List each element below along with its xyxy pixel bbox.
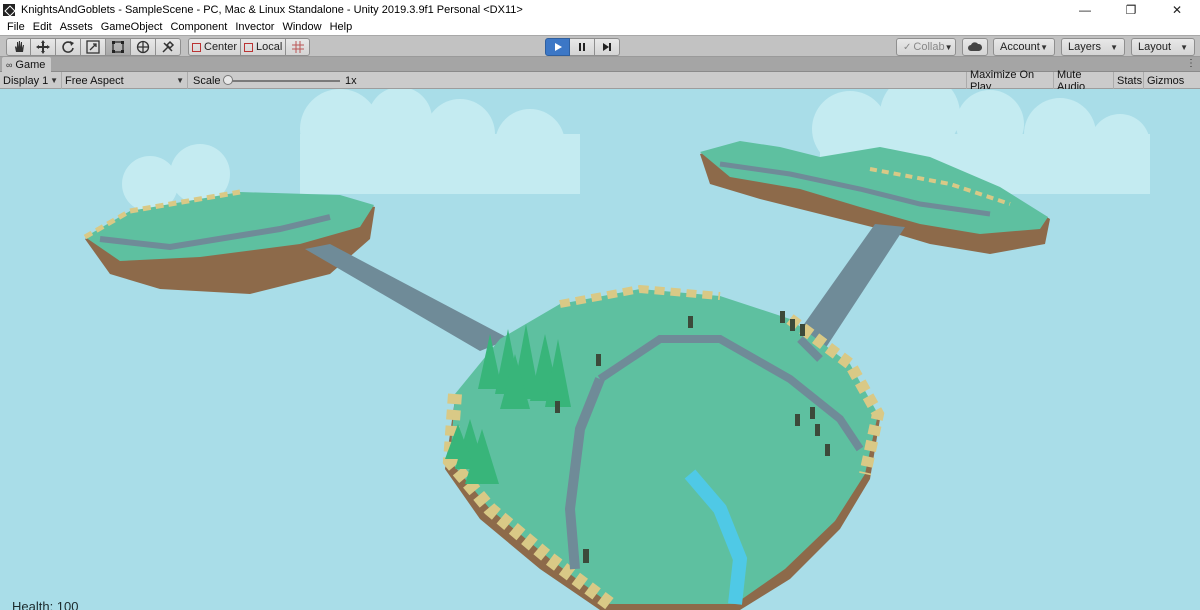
scale-icon	[86, 40, 100, 54]
pivot-icon	[192, 42, 201, 52]
game-viewport[interactable]: Health: 100	[0, 89, 1200, 610]
layers-label: Layers	[1068, 41, 1102, 53]
scale-slider-track[interactable]	[228, 80, 340, 82]
hand-icon	[14, 41, 24, 52]
menu-gameobject[interactable]: GameObject	[97, 21, 167, 33]
left-bridge	[305, 244, 510, 351]
aspect-label: Free Aspect	[65, 74, 124, 87]
move-icon	[36, 40, 50, 54]
step-icon	[603, 43, 611, 51]
hand-tool-button[interactable]	[6, 38, 31, 56]
pause-button[interactable]	[570, 38, 595, 56]
account-label: Account	[1000, 41, 1040, 53]
account-dropdown[interactable]: Account ▼	[993, 38, 1055, 56]
collab-label: Collab	[913, 41, 945, 53]
menu-help[interactable]: Help	[326, 21, 357, 33]
layout-label: Layout	[1138, 41, 1172, 53]
cloud-button[interactable]	[962, 38, 988, 56]
pivot-toggles: Center Local	[188, 38, 311, 56]
close-button[interactable]: ✕	[1154, 0, 1200, 19]
chevron-down-icon: ▼	[1040, 42, 1048, 52]
space-label: Local	[256, 41, 283, 53]
chevron-down-icon: ▼	[1180, 42, 1188, 52]
gizmos-dropdown[interactable]: Gizmos	[1144, 72, 1200, 89]
rotate-tool-button[interactable]	[56, 38, 81, 56]
layers-dropdown[interactable]: Layers ▼	[1061, 38, 1125, 56]
menu-edit[interactable]: Edit	[29, 21, 56, 33]
unity-icon	[3, 3, 15, 16]
transform-tools	[6, 38, 181, 56]
collab-dropdown[interactable]: ✓ Collab ▼	[896, 38, 956, 56]
restore-button[interactable]: ❐	[1108, 0, 1154, 19]
chevron-down-icon: ▼	[944, 42, 953, 52]
check-icon: ✓	[903, 41, 912, 53]
playback-controls	[545, 38, 620, 56]
display-dropdown[interactable]: Display 1 ▼	[0, 72, 62, 89]
transform-icon	[136, 40, 150, 54]
chevron-down-icon: ▼	[176, 76, 184, 85]
space-local-button[interactable]: Local	[241, 38, 287, 56]
menu-component[interactable]: Component	[166, 21, 231, 33]
menu-invector[interactable]: Invector	[231, 21, 278, 33]
cloud-icon	[968, 42, 982, 51]
tab-game[interactable]: ∞ Game	[2, 57, 52, 72]
pivot-center-button[interactable]: Center	[188, 38, 242, 56]
gamepad-icon: ∞	[6, 59, 13, 70]
menu-file[interactable]: File	[3, 21, 29, 33]
scale-slider-handle[interactable]	[223, 75, 233, 85]
rect-tool-button[interactable]	[106, 38, 131, 56]
aspect-dropdown[interactable]: Free Aspect ▼	[62, 72, 188, 89]
menu-bar: File Edit Assets GameObject Component In…	[0, 19, 1200, 35]
local-space-icon	[244, 42, 254, 52]
mute-audio-toggle[interactable]: Mute Audio	[1054, 69, 1114, 93]
layout-dropdown[interactable]: Layout ▼	[1131, 38, 1195, 56]
display-label: Display 1	[3, 74, 49, 87]
tab-game-label: Game	[15, 58, 46, 71]
left-floating-island	[83, 189, 375, 294]
rotate-icon	[62, 41, 74, 53]
play-icon	[554, 43, 562, 51]
custom-tool-button[interactable]	[156, 38, 181, 56]
transform-tool-button[interactable]	[131, 38, 156, 56]
grid-snap-icon	[291, 41, 304, 53]
scale-value: 1x	[345, 74, 357, 87]
scale-label: Scale	[193, 74, 221, 87]
custom-tool-icon	[162, 40, 175, 53]
main-toolbar: Center Local ✓ Collab ▼ Account ▼ Layers	[0, 35, 1200, 57]
window-controls: — ❐ ✕	[1062, 0, 1200, 19]
move-tool-button[interactable]	[31, 38, 56, 56]
game-scene	[83, 89, 1150, 610]
tab-menu-icon[interactable]: ⋮	[1186, 58, 1196, 69]
pause-icon	[579, 43, 585, 51]
health-readout: Health: 100	[12, 599, 79, 610]
play-button[interactable]	[545, 38, 570, 56]
grid-snap-button[interactable]	[286, 38, 311, 56]
minimize-button[interactable]: —	[1062, 0, 1108, 19]
maximize-on-play-toggle[interactable]: Maximize On Play	[966, 69, 1054, 93]
rect-icon	[112, 41, 124, 53]
chevron-down-icon: ▼	[50, 76, 58, 85]
chevron-down-icon: ▼	[1110, 42, 1118, 52]
window-title: KnightsAndGoblets - SampleScene - PC, Ma…	[21, 3, 523, 16]
pivot-label: Center	[204, 41, 238, 53]
stats-toggle[interactable]: Stats	[1114, 72, 1144, 89]
menu-window[interactable]: Window	[278, 21, 325, 33]
title-bar: KnightsAndGoblets - SampleScene - PC, Ma…	[0, 0, 1200, 19]
game-view-toolbar: Display 1 ▼ Free Aspect ▼ Scale 1x Maxim…	[0, 69, 1200, 93]
menu-assets[interactable]: Assets	[56, 21, 97, 33]
step-button[interactable]	[595, 38, 620, 56]
scale-tool-button[interactable]	[81, 38, 106, 56]
